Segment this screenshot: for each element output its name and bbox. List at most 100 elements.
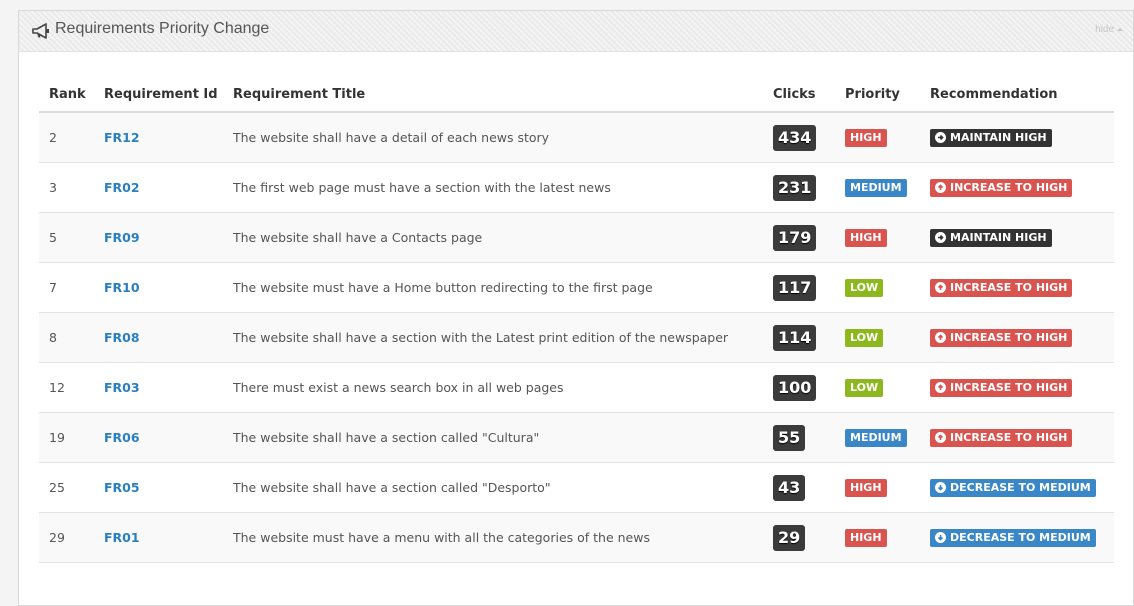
rank-cell: 5	[39, 212, 94, 263]
clicks-badge: 100	[773, 374, 817, 401]
table-row: 29 FR01 The website must have a menu with …	[39, 512, 1114, 563]
circle-arrow-right-icon	[935, 232, 946, 243]
recommendation-badge: MAINTAIN HIGH	[930, 128, 1052, 147]
clicks-cell: 114	[763, 312, 835, 363]
recommendation-badge: INCREASE TO HIGH	[930, 178, 1073, 197]
circle-arrow-up-icon	[935, 332, 946, 343]
circle-arrow-up-icon	[935, 432, 946, 443]
requirement-title-cell: The website shall have a section with th…	[223, 312, 763, 363]
requirement-id-link[interactable]: FR03	[104, 380, 140, 395]
requirement-id-cell: FR08	[94, 312, 223, 363]
priority-badge: MEDIUM	[845, 428, 907, 447]
requirement-id-cell: FR12	[94, 112, 223, 163]
requirement-id-cell: FR10	[94, 262, 223, 313]
col-requirement-title: Requirement Title	[223, 77, 763, 113]
circle-arrow-down-icon	[935, 532, 946, 543]
rank-cell: 3	[39, 162, 94, 213]
recommendation-badge: INCREASE TO HIGH	[930, 428, 1073, 447]
recommendation-cell: INCREASE TO HIGH	[920, 262, 1114, 313]
rank-cell: 7	[39, 262, 94, 313]
requirement-id-cell: FR02	[94, 162, 223, 213]
table-row: 3 FR02 The first web page must have a sect…	[39, 162, 1114, 213]
circle-arrow-up-icon	[935, 282, 946, 293]
recommendation-cell: INCREASE TO HIGH	[920, 412, 1114, 463]
recommendation-cell: DECREASE TO MEDIUM	[920, 512, 1114, 563]
requirement-id-cell: FR03	[94, 362, 223, 413]
table-row: 19 FR06 The website shall have a section c…	[39, 412, 1114, 463]
clicks-badge: 434	[773, 124, 817, 151]
panel-title: Requirements Priority Change	[55, 20, 270, 37]
recommendation-badge: DECREASE TO MEDIUM	[930, 478, 1096, 497]
requirement-title-cell: The website shall have a detail of each …	[223, 112, 763, 163]
table-header-row: Rank Requirement Id Requirement Title Cl…	[39, 77, 1114, 113]
recommendation-label: DECREASE TO MEDIUM	[950, 480, 1091, 494]
requirement-id-link[interactable]: FR02	[104, 180, 140, 195]
col-recommendation: Recommendation	[920, 77, 1114, 113]
circle-arrow-down-icon	[935, 482, 946, 493]
recommendation-badge: INCREASE TO HIGH	[930, 328, 1073, 347]
requirement-title-cell: The website shall have a section called …	[223, 412, 763, 463]
rank-cell: 25	[39, 462, 94, 513]
requirement-id-link[interactable]: FR01	[104, 530, 140, 545]
priority-badge: HIGH	[845, 528, 887, 547]
rank-cell: 12	[39, 362, 94, 413]
recommendation-cell: DECREASE TO MEDIUM	[920, 462, 1114, 513]
requirement-id-link[interactable]: FR09	[104, 230, 140, 245]
priority-cell: HIGH	[835, 112, 920, 163]
priority-badge: HIGH	[845, 228, 887, 247]
priority-cell: HIGH	[835, 212, 920, 263]
caret-up-icon	[1117, 27, 1123, 31]
priority-change-panel: Requirements Priority Change hide Rank R…	[18, 10, 1134, 606]
requirement-id-cell: FR06	[94, 412, 223, 463]
clicks-badge: 231	[773, 174, 817, 201]
requirement-id-link[interactable]: FR08	[104, 330, 140, 345]
requirement-id-link[interactable]: FR05	[104, 480, 140, 495]
requirement-id-link[interactable]: FR06	[104, 430, 140, 445]
table-row: 25 FR05 The website shall have a section c…	[39, 462, 1114, 513]
clicks-badge: 179	[773, 224, 817, 251]
recommendation-label: MAINTAIN HIGH	[950, 130, 1047, 144]
recommendation-cell: MAINTAIN HIGH	[920, 112, 1114, 163]
recommendation-label: INCREASE TO HIGH	[950, 280, 1068, 294]
clicks-cell: 55	[763, 412, 835, 463]
requirement-id-cell: FR09	[94, 212, 223, 263]
clicks-badge: 29	[773, 524, 806, 551]
col-rank: Rank	[39, 77, 94, 113]
requirement-title-cell: The website shall have a section called …	[223, 462, 763, 513]
recommendation-badge: DECREASE TO MEDIUM	[930, 528, 1096, 547]
requirement-title-cell: There must exist a news search box in al…	[223, 362, 763, 413]
priority-badge: HIGH	[845, 128, 887, 147]
rank-cell: 19	[39, 412, 94, 463]
priority-badge: HIGH	[845, 478, 887, 497]
recommendation-badge: INCREASE TO HIGH	[930, 278, 1073, 297]
recommendation-cell: INCREASE TO HIGH	[920, 312, 1114, 363]
requirement-id-link[interactable]: FR10	[104, 280, 140, 295]
col-clicks: Clicks	[763, 77, 835, 113]
rank-cell: 8	[39, 312, 94, 363]
requirement-title-cell: The website shall have a Contacts page	[223, 212, 763, 263]
priority-cell: HIGH	[835, 512, 920, 563]
requirement-id-cell: FR05	[94, 462, 223, 513]
priority-cell: LOW	[835, 312, 920, 363]
circle-arrow-up-icon	[935, 182, 946, 193]
clicks-cell: 117	[763, 262, 835, 313]
priority-badge: LOW	[845, 278, 884, 297]
recommendation-label: INCREASE TO HIGH	[950, 180, 1068, 194]
hide-toggle[interactable]: hide	[1095, 24, 1123, 35]
recommendation-label: MAINTAIN HIGH	[950, 230, 1047, 244]
requirement-id-link[interactable]: FR12	[104, 130, 140, 145]
priority-cell: LOW	[835, 362, 920, 413]
clicks-cell: 29	[763, 512, 835, 563]
recommendation-badge: INCREASE TO HIGH	[930, 378, 1073, 397]
table-row: 12 FR03 There must exist a news search box…	[39, 362, 1114, 413]
col-priority: Priority	[835, 77, 920, 113]
priority-cell: MEDIUM	[835, 412, 920, 463]
clicks-badge: 43	[773, 474, 806, 501]
priority-cell: MEDIUM	[835, 162, 920, 213]
panel-header: Requirements Priority Change hide	[19, 11, 1133, 52]
col-requirement-id: Requirement Id	[94, 77, 223, 113]
recommendation-cell: INCREASE TO HIGH	[920, 162, 1114, 213]
table-row: 5 FR09 The website shall have a Contacts p…	[39, 212, 1114, 263]
requirement-title-cell: The website must have a Home button redi…	[223, 262, 763, 313]
requirement-id-cell: FR01	[94, 512, 223, 563]
